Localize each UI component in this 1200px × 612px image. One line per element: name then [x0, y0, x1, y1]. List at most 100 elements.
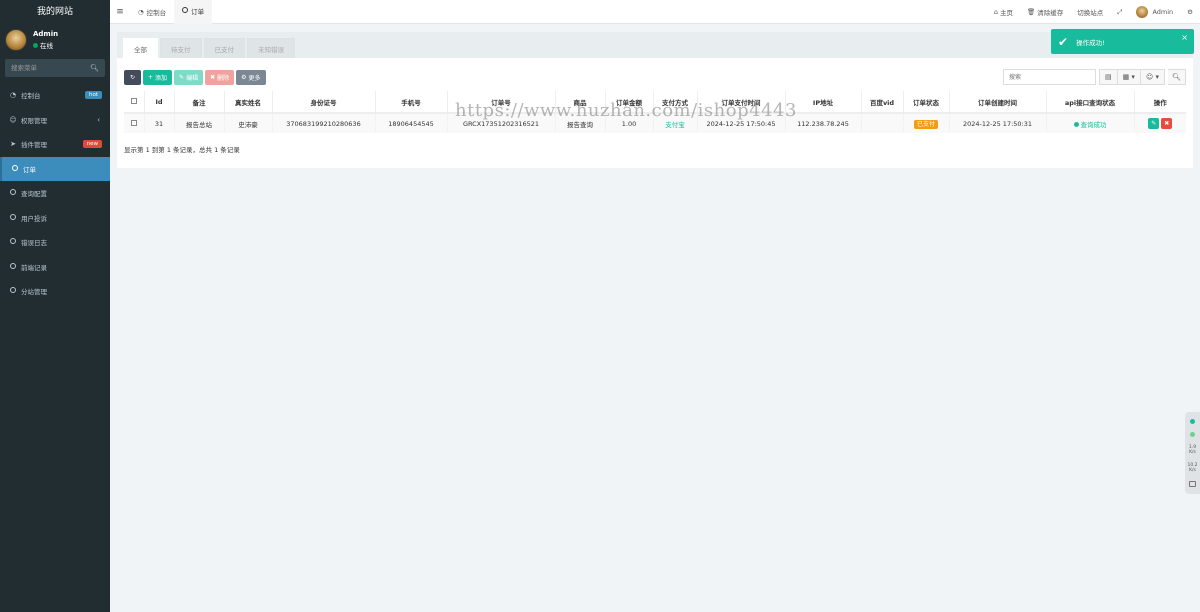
- dashboard-icon: ◔: [9, 91, 17, 100]
- home-link[interactable]: ⌂ 主页: [987, 7, 1020, 17]
- circle-icon: [8, 262, 18, 271]
- cell-status: 已支付: [903, 113, 950, 133]
- row-checkbox[interactable]: [130, 119, 137, 126]
- app-title[interactable]: 我的网站: [0, 0, 110, 24]
- col-api-status[interactable]: api接口查询状态: [1046, 91, 1135, 114]
- sidebar: 我的网站 Admin 在线 🔍︎ ◔ 控制台 hot ☺ 权限管理 ‹ ➤ 插件…: [0, 0, 110, 612]
- rocket-icon: ➤: [10, 140, 16, 149]
- group-icon: ☺: [9, 115, 17, 124]
- status-dot-icon: [1190, 432, 1195, 437]
- filter-tabs: 全部 待支付 已支付 未知错误: [117, 32, 1193, 58]
- success-dot-icon: [1073, 121, 1079, 127]
- delete-button[interactable]: ✖ 删除: [205, 70, 235, 85]
- check-icon: ✔: [1058, 34, 1069, 49]
- tab-unpaid[interactable]: 待支付: [160, 38, 202, 58]
- col-baidu-vid[interactable]: 百度vid: [861, 91, 904, 114]
- cell-id-card: 370683199210280636: [272, 113, 376, 133]
- circle-icon: [10, 164, 20, 173]
- export-button[interactable]: ☺ ▾: [1140, 69, 1165, 85]
- col-id-card[interactable]: 身份证号: [272, 91, 376, 114]
- cell-created-time: 2024-12-25 17:50:31: [949, 113, 1047, 133]
- user-icon: ☺ ▾: [1145, 73, 1159, 81]
- sidebar-item-query-config[interactable]: 查询配置: [0, 181, 110, 206]
- tab-paid[interactable]: 已支付: [203, 38, 245, 58]
- pencil-icon: ✎: [1151, 120, 1157, 127]
- col-real-name[interactable]: 真实姓名: [224, 91, 273, 114]
- select-all-checkbox[interactable]: [130, 97, 137, 104]
- circle-icon: [182, 6, 189, 15]
- row-edit-button[interactable]: ✎: [1148, 118, 1160, 129]
- dashboard-icon: ◔: [138, 7, 144, 16]
- table-search-bar: ▤ ▦ ▾ ☺ ▾ 🔍︎: [1002, 69, 1186, 85]
- sidebar-menu: ◔ 控制台 hot ☺ 权限管理 ‹ ➤ 插件管理 new 订单 查询配置 用户…: [0, 83, 110, 304]
- circle-icon: [8, 189, 18, 197]
- settings-icon[interactable]: ⚙︎: [1180, 8, 1200, 16]
- top-navbar: ≡ ◔ 控制台 订单 ⌂ 主页 🗑︎ 清除缓存 切换站点 ⤢ Admin ⚙︎: [110, 0, 1200, 24]
- col-id[interactable]: Id: [144, 91, 175, 114]
- refresh-icon: ↻: [129, 74, 136, 81]
- tab-dashboard[interactable]: ◔ 控制台: [130, 0, 174, 24]
- sidebar-item-orders[interactable]: 订单: [0, 156, 110, 181]
- col-phone[interactable]: 手机号: [375, 91, 448, 114]
- col-status[interactable]: 订单状态: [903, 91, 950, 114]
- select-all-cell: [124, 91, 145, 114]
- clear-cache-link[interactable]: 🗑︎ 清除缓存: [1020, 7, 1070, 17]
- sidebar-item-permissions[interactable]: ☺ 权限管理 ‹: [0, 108, 110, 133]
- switch-site-link[interactable]: 切换站点: [1070, 7, 1110, 17]
- search-button[interactable]: 🔍︎: [1168, 69, 1186, 85]
- cell-phone: 18906454545: [375, 113, 448, 133]
- table-icon: ▤: [1104, 73, 1112, 81]
- camera-icon[interactable]: [1189, 481, 1196, 487]
- speed-widget[interactable]: 1.9 K/s 10.2 K/s: [1185, 412, 1200, 494]
- toggle-view-button[interactable]: ▤: [1098, 69, 1118, 85]
- user-avatar: [5, 29, 27, 51]
- sidebar-item-plugins[interactable]: ➤ 插件管理 new: [0, 132, 110, 157]
- pay-method-link[interactable]: 支付宝: [665, 121, 685, 129]
- cell-api-status: 查询成功: [1046, 113, 1135, 133]
- circle-icon: [8, 287, 18, 295]
- add-button[interactable]: + 添加: [143, 70, 173, 85]
- refresh-button[interactable]: ↻: [124, 70, 141, 85]
- cell-baidu-vid: [861, 113, 904, 133]
- gear-icon: ⚙︎: [241, 74, 247, 81]
- table-search-input[interactable]: [1002, 69, 1096, 85]
- watermark: https://www.huzhan.com/ishop4443: [455, 100, 797, 121]
- row-delete-button[interactable]: ✖: [1161, 118, 1173, 129]
- sidebar-item-frontend-log[interactable]: 前端记录: [0, 255, 110, 280]
- user-menu[interactable]: Admin: [1129, 6, 1180, 18]
- home-icon: ⌂: [993, 8, 998, 16]
- menu-toggle-icon[interactable]: ≡: [110, 7, 130, 17]
- sidebar-item-dashboard[interactable]: ◔ 控制台 hot: [0, 83, 110, 108]
- new-badge: new: [82, 140, 102, 149]
- col-created-time[interactable]: 订单创建时间: [949, 91, 1047, 114]
- search-icon: 🔍︎: [1172, 73, 1181, 81]
- sidebar-item-error-log[interactable]: 错误日志: [0, 230, 110, 255]
- sidebar-search: 🔍︎: [5, 59, 105, 77]
- close-icon[interactable]: ×: [1181, 33, 1188, 42]
- tab-unknown-error[interactable]: 未知错误: [247, 38, 295, 58]
- tab-all[interactable]: 全部: [123, 38, 158, 58]
- columns-button[interactable]: ▦ ▾: [1117, 69, 1141, 85]
- plus-icon: +: [148, 74, 154, 81]
- circle-icon: [8, 213, 18, 222]
- tab-orders[interactable]: 订单: [174, 0, 213, 24]
- sidebar-search-input[interactable]: [11, 64, 81, 72]
- col-remark[interactable]: 备注: [174, 91, 225, 114]
- circle-icon: [8, 238, 18, 246]
- cell-operations: ✎ ✖: [1134, 113, 1186, 133]
- upload-speed: 1.9 K/s: [1188, 445, 1197, 455]
- hot-badge: hot: [84, 91, 102, 100]
- col-operations: 操作: [1134, 91, 1186, 114]
- sidebar-item-substations[interactable]: 分站管理: [0, 279, 110, 304]
- search-icon[interactable]: 🔍︎: [90, 64, 99, 72]
- trash-icon: 🗑︎: [1026, 8, 1036, 16]
- more-button[interactable]: ⚙︎ 更多: [236, 70, 266, 85]
- pencil-icon: ✎: [179, 74, 185, 81]
- row-select-cell: [124, 113, 145, 133]
- user-status: 在线: [33, 40, 58, 50]
- chevron-left-icon: ‹: [97, 115, 100, 124]
- edit-button[interactable]: ✎ 编辑: [174, 70, 204, 85]
- fullscreen-icon[interactable]: ⤢: [1110, 8, 1129, 17]
- sidebar-item-complaints[interactable]: 用户投诉: [0, 206, 110, 231]
- cell-real-name: 史沛豪: [224, 113, 273, 133]
